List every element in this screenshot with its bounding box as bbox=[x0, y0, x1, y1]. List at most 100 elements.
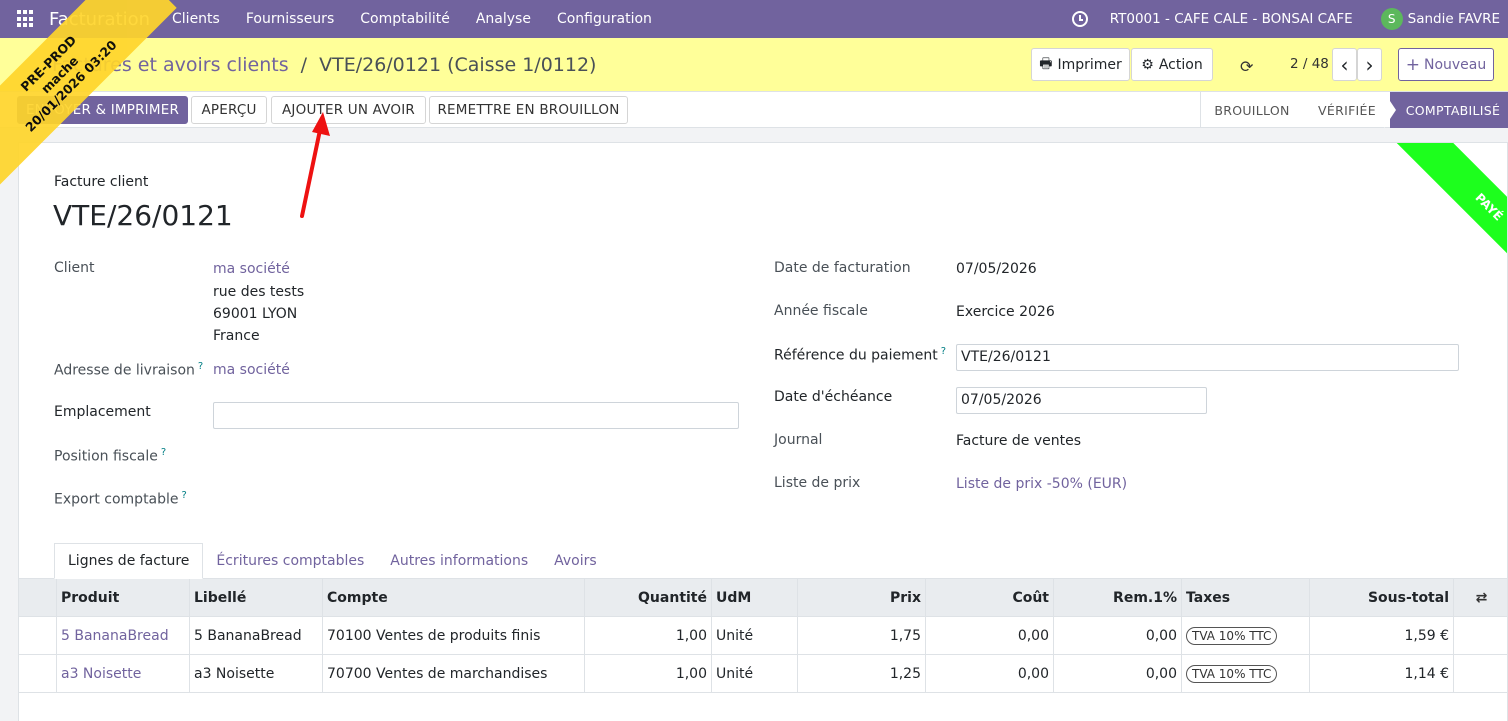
breadcrumb-current: VTE/26/0121 (Caisse 1/0112) bbox=[319, 54, 597, 76]
cell-price[interactable]: 1,25 bbox=[797, 655, 925, 693]
pricelist-label: Liste de prix bbox=[774, 475, 861, 491]
stage-posted[interactable]: COMPTABILISÉ bbox=[1390, 92, 1508, 128]
cell-quantity[interactable]: 1,00 bbox=[584, 655, 711, 693]
payment-ref-label: Référence du paiement? bbox=[774, 346, 947, 364]
tab-other-info[interactable]: Autres informations bbox=[377, 543, 541, 579]
annotation-arrow bbox=[300, 112, 330, 218]
pager-previous-button[interactable]: ‹ bbox=[1332, 48, 1357, 81]
preview-button[interactable]: APERÇU bbox=[191, 96, 267, 124]
fiscal-position-label: Position fiscale? bbox=[54, 447, 167, 465]
printer-icon: 🖶 bbox=[1039, 55, 1053, 72]
delivery-link[interactable]: ma société bbox=[213, 362, 290, 378]
journal-label: Journal bbox=[774, 432, 823, 448]
cell-cost[interactable]: 0,00 bbox=[925, 617, 1053, 655]
table-header: Produit Libellé Compte Quantité UdM Prix… bbox=[19, 579, 1507, 617]
cell-subtotal: 1,59 € bbox=[1309, 617, 1453, 655]
document-number: VTE/26/0121 bbox=[53, 199, 233, 232]
cell-discount[interactable]: 0,00 bbox=[1053, 617, 1181, 655]
handle-column bbox=[19, 579, 56, 617]
journal-value: Facture de ventes bbox=[956, 433, 1082, 449]
client-city: 69001 LYON bbox=[213, 306, 298, 322]
refresh-icon[interactable]: ⟳ bbox=[1240, 57, 1253, 76]
fiscal-year-value: Exercice 2026 bbox=[956, 304, 1055, 320]
new-button[interactable]: + Nouveau bbox=[1398, 48, 1494, 81]
cell-taxes[interactable]: TVA 10% TTC bbox=[1181, 617, 1309, 655]
column-settings-icon[interactable]: ⇄ bbox=[1453, 579, 1507, 617]
cell-uom[interactable]: Unité bbox=[711, 655, 797, 693]
header-account[interactable]: Compte bbox=[322, 579, 584, 617]
header-taxes[interactable]: Taxes bbox=[1181, 579, 1309, 617]
location-input[interactable] bbox=[213, 402, 739, 429]
cell-uom[interactable]: Unité bbox=[711, 617, 797, 655]
location-label: Emplacement bbox=[54, 404, 151, 420]
table-row[interactable]: 5 BananaBread 5 BananaBread 70100 Ventes… bbox=[19, 617, 1507, 655]
menu-configuration[interactable]: Configuration bbox=[557, 11, 652, 27]
pager-next-button[interactable]: › bbox=[1357, 48, 1382, 81]
new-label: Nouveau bbox=[1423, 56, 1487, 73]
cell-cost[interactable]: 0,00 bbox=[925, 655, 1053, 693]
cell-product[interactable]: a3 Noisette bbox=[56, 655, 189, 693]
action-button[interactable]: ⚙ Action bbox=[1131, 48, 1213, 81]
print-label: Imprimer bbox=[1057, 56, 1122, 73]
menu-clients[interactable]: Clients bbox=[172, 11, 220, 27]
cell-account[interactable]: 70700 Ventes de marchandises bbox=[322, 655, 584, 693]
tab-invoice-lines[interactable]: Lignes de facture bbox=[54, 543, 204, 579]
paid-ribbon: PAYÉ bbox=[1339, 143, 1507, 313]
cell-label[interactable]: 5 BananaBread bbox=[189, 617, 322, 655]
stage-verified[interactable]: VÉRIFIÉE bbox=[1304, 92, 1390, 128]
user-menu[interactable]: Sandie FAVRE bbox=[1408, 11, 1500, 27]
cell-taxes[interactable]: TVA 10% TTC bbox=[1181, 655, 1309, 693]
header-price[interactable]: Prix bbox=[797, 579, 925, 617]
gear-icon: ⚙ bbox=[1141, 56, 1154, 73]
header-label[interactable]: Libellé bbox=[189, 579, 322, 617]
tab-journal-items[interactable]: Écritures comptables bbox=[203, 543, 377, 579]
plus-icon: + bbox=[1405, 54, 1420, 75]
header-quantity[interactable]: Quantité bbox=[584, 579, 711, 617]
help-icon[interactable]: ? bbox=[161, 447, 166, 458]
clock-icon[interactable] bbox=[1071, 11, 1088, 27]
pricelist-link[interactable]: Liste de prix -50% (EUR) bbox=[956, 476, 1127, 492]
avatar[interactable]: S bbox=[1380, 8, 1403, 30]
tab-credit-notes[interactable]: Avoirs bbox=[541, 543, 610, 579]
client-label: Client bbox=[54, 260, 95, 276]
menu-comptabilite[interactable]: Comptabilité bbox=[360, 11, 450, 27]
help-icon[interactable]: ? bbox=[198, 361, 203, 372]
help-icon[interactable]: ? bbox=[182, 490, 187, 501]
apps-grid-icon[interactable] bbox=[17, 10, 35, 28]
cell-quantity[interactable]: 1,00 bbox=[584, 617, 711, 655]
header-subtotal[interactable]: Sous-total bbox=[1309, 579, 1453, 617]
document-type: Facture client bbox=[54, 174, 149, 190]
header-uom[interactable]: UdM bbox=[711, 579, 797, 617]
print-button[interactable]: 🖶 Imprimer bbox=[1031, 48, 1130, 81]
action-label: Action bbox=[1158, 56, 1203, 73]
header-discount[interactable]: Rem.1% bbox=[1053, 579, 1181, 617]
top-navbar: Facturation Clients Fournisseurs Comptab… bbox=[0, 0, 1508, 38]
menu-analyse[interactable]: Analyse bbox=[476, 11, 531, 27]
help-icon[interactable]: ? bbox=[941, 346, 946, 357]
due-date-label: Date d'échéance bbox=[774, 389, 893, 405]
reset-draft-button[interactable]: REMETTRE EN BROUILLON bbox=[429, 96, 628, 124]
cell-price[interactable]: 1,75 bbox=[797, 617, 925, 655]
payment-ref-input[interactable]: VTE/26/0121 bbox=[956, 344, 1459, 371]
company-switcher[interactable]: RT0001 - CAFE CALE - BONSAI CAFE bbox=[1110, 11, 1353, 27]
due-date-input[interactable]: 07/05/2026 bbox=[956, 387, 1207, 414]
stage-draft[interactable]: BROUILLON bbox=[1200, 92, 1304, 128]
breadcrumb-separator: / bbox=[300, 54, 308, 76]
fiscal-year-label: Année fiscale bbox=[774, 303, 868, 319]
client-link[interactable]: ma société bbox=[213, 261, 290, 277]
cell-discount[interactable]: 0,00 bbox=[1053, 655, 1181, 693]
stage-arrow bbox=[1384, 92, 1396, 128]
notebook-tabs: Lignes de facture Écritures comptables A… bbox=[54, 543, 610, 579]
row-trailing bbox=[1453, 617, 1507, 655]
cell-product[interactable]: 5 BananaBread bbox=[56, 617, 189, 655]
menu-fournisseurs[interactable]: Fournisseurs bbox=[246, 11, 334, 27]
export-label: Export comptable? bbox=[54, 490, 187, 508]
header-product[interactable]: Produit bbox=[56, 579, 189, 617]
header-cost[interactable]: Coût bbox=[925, 579, 1053, 617]
cell-label[interactable]: a3 Noisette bbox=[189, 655, 322, 693]
table-row[interactable]: a3 Noisette a3 Noisette 70700 Ventes de … bbox=[19, 655, 1507, 693]
cell-account[interactable]: 70100 Ventes de produits finis bbox=[322, 617, 584, 655]
row-handle bbox=[19, 655, 56, 693]
pager-value[interactable]: 2 / 48 bbox=[1290, 56, 1329, 72]
delivery-label: Adresse de livraison? bbox=[54, 361, 204, 379]
